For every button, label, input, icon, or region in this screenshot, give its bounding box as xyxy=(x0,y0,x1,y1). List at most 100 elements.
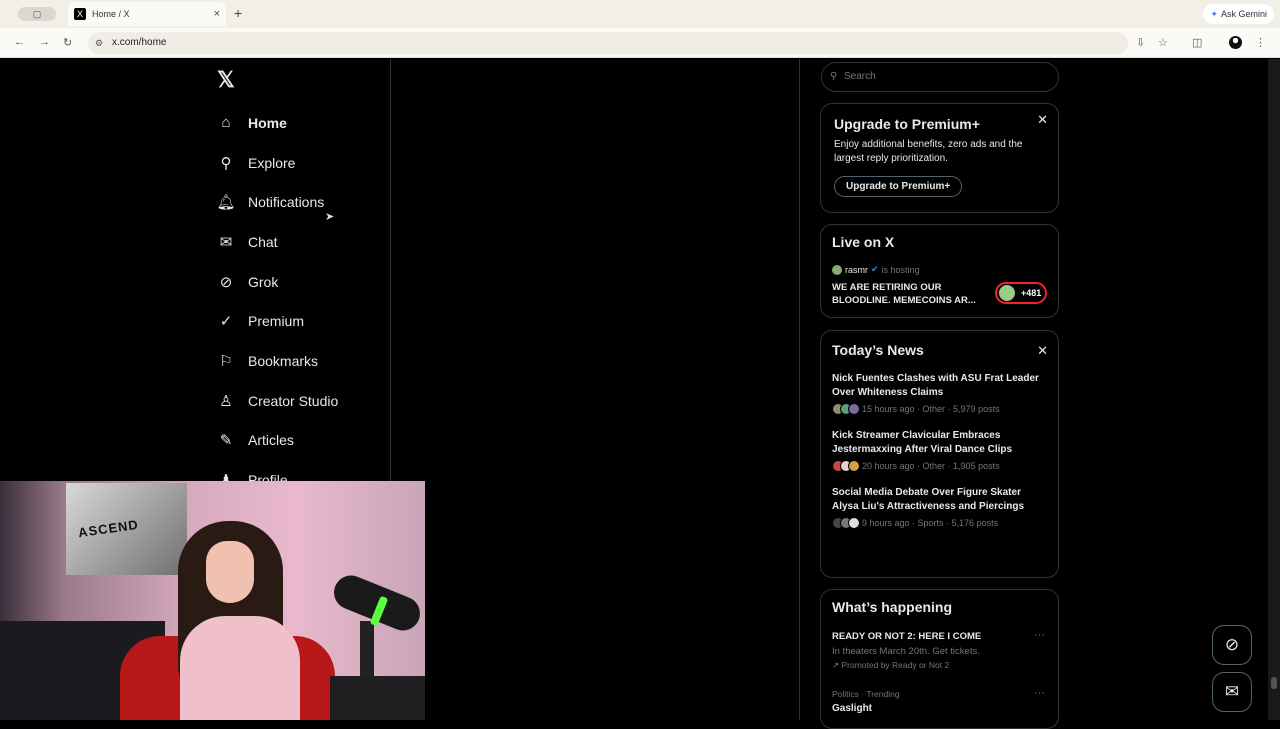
sidebar-item-chat[interactable]: ✉ Chat xyxy=(216,222,338,262)
new-tab-button[interactable]: + xyxy=(234,5,242,21)
sidebar-item-label: Notifications xyxy=(248,194,325,211)
page-scrollbar[interactable] xyxy=(1268,59,1280,720)
news-meta-row: 15 hours ago · Other · 5,979 posts xyxy=(832,403,1047,415)
ask-gemini-button[interactable]: ✦ Ask Gemini xyxy=(1203,4,1274,24)
upgrade-premium-button[interactable]: Upgrade to Premium+ xyxy=(834,176,963,197)
live-on-x-card[interactable]: Live on X rasmr ✔ is hosting WE ARE RETI… xyxy=(820,224,1059,318)
x-logo-icon[interactable]: 𝕏 xyxy=(217,67,235,93)
mouse-cursor-icon: ➤ xyxy=(325,211,335,223)
back-arrow-icon[interactable]: ← xyxy=(14,36,25,48)
bookmark-icon: ⚐ xyxy=(219,352,233,370)
search-input[interactable]: ⚲ Search xyxy=(821,62,1059,92)
sidebar-item-label: Grok xyxy=(248,273,279,290)
news-item[interactable]: Kick Streamer Clavicular Embraces Jester… xyxy=(832,429,1047,472)
news-meta: 15 hours ago · Other · 5,979 posts xyxy=(862,404,1000,414)
premium-card-title: Upgrade to Premium+ xyxy=(834,116,980,132)
close-icon[interactable]: ✕ xyxy=(1037,343,1048,359)
avatar xyxy=(999,285,1015,301)
trend-title: READY OR NOT 2: HERE I COME xyxy=(832,631,982,642)
hosting-label: is hosting xyxy=(881,264,920,275)
sidebar-item-label: Explore xyxy=(248,154,296,171)
sidebar-item-label: Bookmarks xyxy=(248,352,319,369)
x-favicon-icon: X xyxy=(74,8,86,20)
sidebar-item-label: Premium xyxy=(248,313,305,330)
news-meta: 9 hours ago · Sports · 5,176 posts xyxy=(862,518,999,528)
premium-card-body: Enjoy additional benefits, zero ads and … xyxy=(834,139,1023,164)
space-title: WE ARE RETIRING OUR BLOODLINE. MEMECOINS… xyxy=(832,282,976,306)
trend-title: Gaslight xyxy=(832,703,873,714)
mail-icon: ✉ xyxy=(1224,682,1240,701)
url-field[interactable]: ⚙ x.com/home xyxy=(88,32,1128,54)
sidebar-item-articles[interactable]: ✎ Articles xyxy=(216,421,338,461)
sidebar-item-label: Articles xyxy=(248,432,294,449)
live-card-title: Live on X xyxy=(832,234,895,250)
happening-card-title: What’s happening xyxy=(832,599,953,615)
install-app-icon[interactable]: ⇩ xyxy=(1136,36,1145,49)
host-name: rasmr xyxy=(845,264,868,275)
reload-icon[interactable]: ↻ xyxy=(63,36,72,49)
sidebar-item-bookmarks[interactable]: ⚐ Bookmarks xyxy=(216,341,338,381)
news-title: Social Media Debate Over Figure Skater A… xyxy=(832,487,1025,512)
address-bar-row: ← → ↻ ⚙ x.com/home ⇩ ☆ ◫ ⋮ xyxy=(0,28,1280,58)
ask-gemini-label: Ask Gemini xyxy=(1220,9,1267,19)
sidebar-item-premium[interactable]: ✓ Premium xyxy=(216,301,338,341)
forward-arrow-icon[interactable]: → xyxy=(39,36,50,48)
sidebar-item-creator-studio[interactable]: ♙ Creator Studio xyxy=(216,381,338,421)
timeline-divider xyxy=(799,59,800,720)
listener-count: +481 xyxy=(1021,288,1042,298)
grok-icon: ⊘ xyxy=(1224,635,1240,654)
browser-tab[interactable]: X Home / X × xyxy=(68,2,226,26)
grok-icon: ⊘ xyxy=(219,273,233,291)
verified-badge-icon: ✔ xyxy=(871,264,879,274)
news-item[interactable]: Social Media Debate Over Figure Skater A… xyxy=(832,486,1047,529)
sidebar-item-grok[interactable]: ⊘ Grok xyxy=(216,262,338,302)
premium-icon: ✓ xyxy=(219,313,233,331)
more-options-icon[interactable]: ··· xyxy=(1034,687,1045,699)
gemini-sparkle-icon: ✦ xyxy=(1210,9,1218,19)
news-title: Kick Streamer Clavicular Embraces Jester… xyxy=(832,430,1013,455)
url-text: x.com/home xyxy=(112,37,167,48)
sidebar-item-label: Home xyxy=(248,114,287,131)
avatar-stack xyxy=(832,517,860,529)
grok-fab-button[interactable]: ⊘ xyxy=(1212,625,1252,665)
mail-icon: ✉ xyxy=(219,233,233,251)
scrollbar-thumb[interactable] xyxy=(1271,677,1277,689)
site-info-icon[interactable]: ⚙ xyxy=(95,32,103,54)
news-title: Nick Fuentes Clashes with ASU Frat Leade… xyxy=(832,373,1039,398)
more-options-icon[interactable]: ··· xyxy=(1034,629,1045,641)
whats-happening-card: What’s happening READY OR NOT 2: HERE I … xyxy=(820,589,1059,729)
home-icon: ⌂ xyxy=(221,114,231,132)
creator-studio-icon: ♙ xyxy=(219,392,233,410)
tab-title: Home / X xyxy=(92,9,130,19)
tab-close-icon[interactable]: × xyxy=(214,8,220,20)
sidebar-item-label: Creator Studio xyxy=(248,392,339,409)
tab-group-button[interactable]: ▢ xyxy=(18,7,56,21)
sidebar-item-label: Chat xyxy=(248,233,278,250)
bell-icon: 🔔︎ xyxy=(216,194,236,212)
bookmark-star-icon[interactable]: ☆ xyxy=(1158,36,1168,49)
menu-kebab-icon[interactable]: ⋮ xyxy=(1255,36,1266,49)
search-icon: ⚲ xyxy=(220,154,232,172)
article-icon: ✎ xyxy=(219,432,233,450)
news-card-title: Today’s News xyxy=(832,342,924,358)
promoted-text: Promoted by Ready or Not 2 xyxy=(841,660,950,670)
sidebar-nav: ⌂ Home ⚲ Explore 🔔︎ Notifications ✉ Chat ⊘ Gr… xyxy=(216,103,338,500)
sidebar-item-explore[interactable]: ⚲ Explore xyxy=(216,143,338,183)
side-panel-icon[interactable]: ◫ xyxy=(1192,36,1202,49)
avatar xyxy=(832,264,842,275)
sidebar-item-home[interactable]: ⌂ Home xyxy=(216,103,338,143)
avatar-stack xyxy=(832,460,860,472)
streamer-body xyxy=(180,616,300,720)
todays-news-card: ✕ Today’s News Nick Fuentes Clashes with… xyxy=(820,330,1059,578)
profile-avatar-icon[interactable] xyxy=(1229,36,1242,49)
search-placeholder: Search xyxy=(844,71,876,82)
promoted-trend[interactable]: READY OR NOT 2: HERE I COME In theaters … xyxy=(832,629,1047,671)
browser-tab-bar: ▢ X Home / X × + ✦ Ask Gemini xyxy=(0,0,1280,28)
listener-count-badge[interactable]: +481 xyxy=(995,282,1047,304)
messages-fab-button[interactable]: ✉ xyxy=(1212,672,1252,712)
trend-item[interactable]: Politics · Trending Gaslight ··· xyxy=(832,687,1047,714)
sidebar-item-notifications[interactable]: 🔔︎ Notifications xyxy=(216,182,338,222)
news-item[interactable]: Nick Fuentes Clashes with ASU Frat Leade… xyxy=(832,372,1047,415)
news-meta-row: 9 hours ago · Sports · 5,176 posts xyxy=(832,517,1047,529)
close-icon[interactable]: ✕ xyxy=(1037,112,1048,128)
